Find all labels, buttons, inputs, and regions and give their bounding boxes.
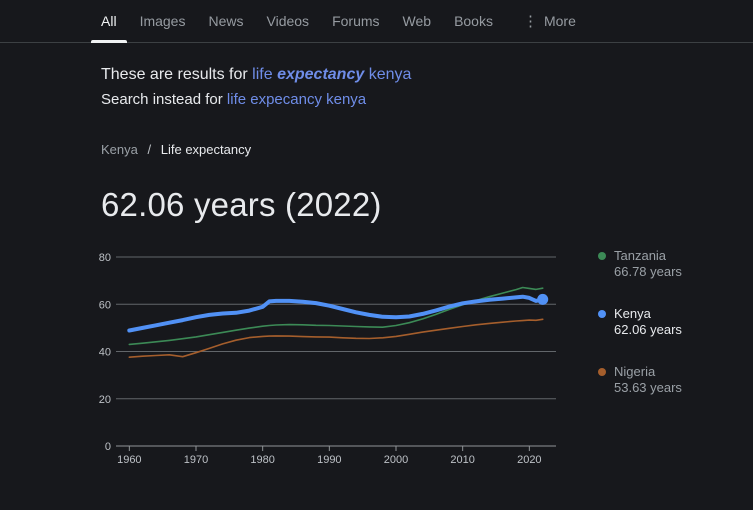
results-for-text: These are results for [101, 66, 252, 83]
corrected-query-link[interactable]: life expectancy kenya [252, 66, 411, 83]
legend-item-kenya[interactable]: Kenya 62.06 years [598, 306, 682, 338]
legend-item-nigeria[interactable]: Nigeria 53.63 years [598, 364, 682, 396]
legend-country-name: Kenya [614, 306, 682, 322]
tab-images[interactable]: Images [140, 0, 186, 42]
answer-value-title: 62.06 years (2022) [101, 186, 382, 224]
search-instead-text: Search instead for [101, 91, 227, 108]
breadcrumb: Kenya / Life expectancy [101, 142, 251, 157]
nigeria-series-dot-icon [598, 368, 606, 376]
legend-country-name: Nigeria [614, 364, 682, 380]
search-tabs-bar: All Images News Videos Forums Web Books … [0, 0, 753, 43]
kenya-series-dot-icon [598, 310, 606, 318]
legend-country-value: 62.06 years [614, 322, 682, 338]
svg-text:2000: 2000 [384, 454, 408, 466]
svg-text:1960: 1960 [117, 454, 141, 466]
svg-text:80: 80 [99, 252, 111, 264]
tab-videos[interactable]: Videos [267, 0, 310, 42]
more-menu-button[interactable]: ⋮ More [523, 0, 576, 42]
search-tabs: All Images News Videos Forums Web Books … [0, 0, 753, 42]
legend-item-tanzania[interactable]: Tanzania 66.78 years [598, 248, 682, 280]
breadcrumb-separator: / [148, 142, 152, 157]
svg-text:1980: 1980 [250, 454, 274, 466]
three-dots-vertical-icon: ⋮ [523, 14, 538, 29]
breadcrumb-parent-link[interactable]: Kenya [101, 142, 138, 157]
legend-country-value: 66.78 years [614, 264, 682, 280]
results-for-line: These are results for life expectancy ke… [101, 63, 411, 86]
svg-text:2020: 2020 [517, 454, 541, 466]
svg-text:1970: 1970 [184, 454, 208, 466]
breadcrumb-current: Life expectancy [161, 142, 251, 157]
svg-text:2010: 2010 [450, 454, 474, 466]
svg-text:60: 60 [99, 299, 111, 311]
svg-text:0: 0 [105, 441, 111, 453]
tab-forums[interactable]: Forums [332, 0, 379, 42]
tab-books[interactable]: Books [454, 0, 493, 42]
tab-all[interactable]: All [101, 0, 117, 42]
life-expectancy-chart[interactable]: 0 20 40 60 80 1960 1970 1980 1990 2000 2010 2020 [94, 245, 564, 475]
svg-text:40: 40 [99, 347, 111, 359]
svg-text:1990: 1990 [317, 454, 341, 466]
spell-suggestion-block: These are results for life expectancy ke… [101, 63, 411, 110]
legend-country-name: Tanzania [614, 248, 682, 264]
tab-web[interactable]: Web [403, 0, 432, 42]
legend-country-value: 53.63 years [614, 380, 682, 396]
svg-text:20: 20 [99, 394, 111, 406]
tanzania-series-dot-icon [598, 252, 606, 260]
search-instead-line: Search instead for life expecancy kenya [101, 89, 411, 110]
more-label: More [544, 13, 576, 29]
original-query-link[interactable]: life expecancy kenya [227, 91, 366, 108]
chart-legend: Tanzania 66.78 years Kenya 62.06 years N… [598, 248, 682, 422]
tab-news[interactable]: News [208, 0, 243, 42]
corrected-word: expectancy [277, 66, 364, 83]
google-results-page: All Images News Videos Forums Web Books … [0, 0, 753, 510]
